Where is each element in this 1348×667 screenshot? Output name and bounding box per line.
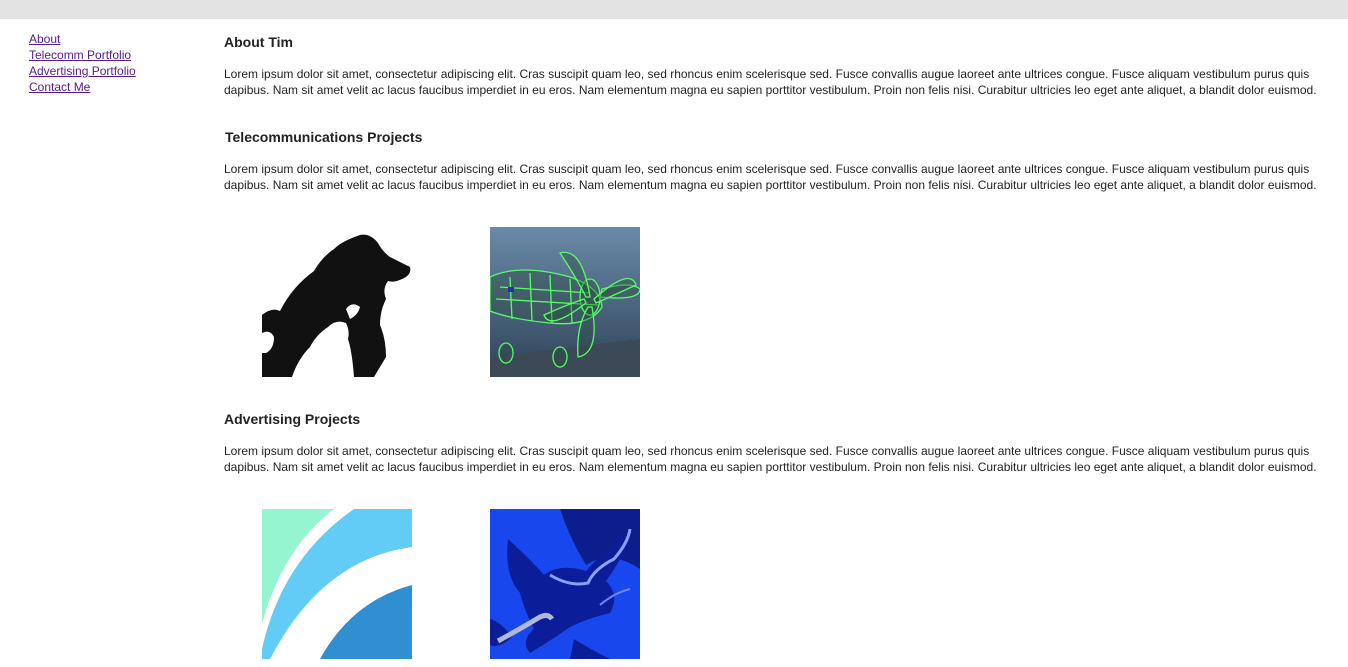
section-body-telecom: Lorem ipsum dolor sit amet, consectetur … [224, 162, 1317, 192]
dog-cat-silhouette-icon[interactable] [262, 227, 412, 377]
nav-link-about[interactable]: About [29, 31, 209, 47]
top-bar [0, 0, 1348, 19]
blue-bird-illustration-icon[interactable] [490, 509, 640, 659]
wireframe-airplane-icon[interactable] [490, 227, 640, 377]
blue-arcs-logo-icon[interactable] [262, 509, 412, 659]
sidebar-nav: About Telecomm Portfolio Advertising Por… [29, 31, 209, 95]
section-heading-telecom: Telecommunications Projects [225, 129, 423, 145]
nav-link-contact-me[interactable]: Contact Me [29, 79, 209, 95]
nav-link-telecomm-portfolio[interactable]: Telecomm Portfolio [29, 47, 209, 63]
nav-link-advertising-portfolio[interactable]: Advertising Portfolio [29, 63, 209, 79]
section-heading-advertising: Advertising Projects [224, 411, 361, 427]
section-body-about: Lorem ipsum dolor sit amet, consectetur … [224, 67, 1317, 97]
section-heading-about: About Tim [224, 34, 293, 50]
section-body-advertising: Lorem ipsum dolor sit amet, consectetur … [224, 444, 1317, 474]
